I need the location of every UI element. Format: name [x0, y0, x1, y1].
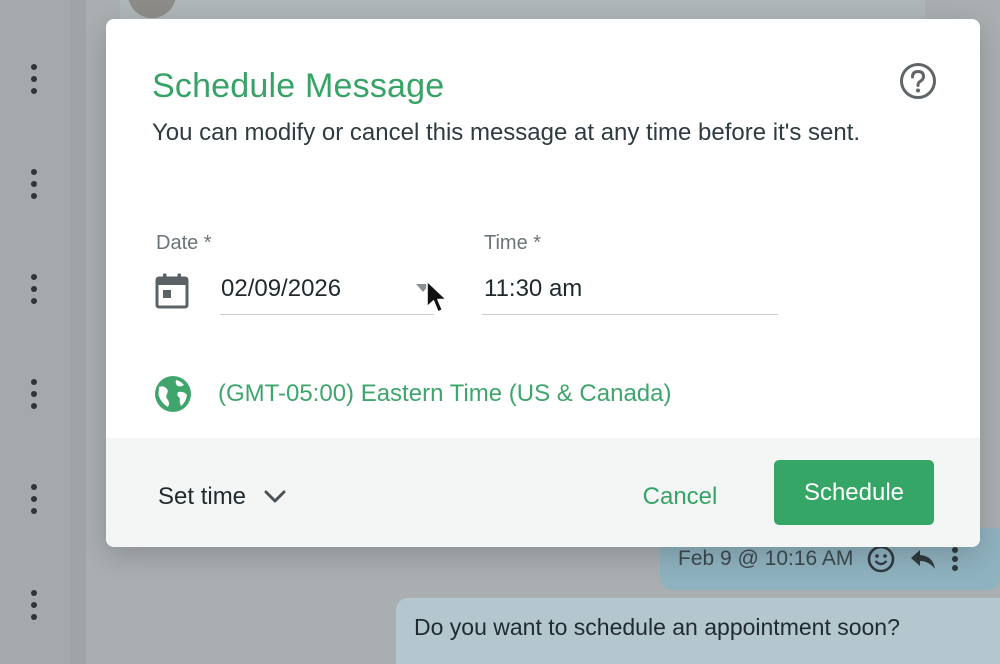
time-field[interactable]: 11:30 am: [482, 269, 778, 315]
more-options-icon[interactable]: [951, 546, 959, 572]
schedule-message-dialog: Schedule Message You can modify or cance…: [106, 19, 980, 547]
set-time-dropdown[interactable]: Set time: [158, 481, 286, 513]
globe-icon: [155, 376, 191, 412]
date-field[interactable]: 02/09/2026: [220, 269, 434, 315]
time-value: 11:30 am: [484, 275, 583, 302]
more-options-icon[interactable]: [29, 590, 39, 620]
timezone-label: (GMT-05:00) Eastern Time (US & Canada): [218, 380, 672, 407]
emoji-reaction-icon[interactable]: [867, 545, 895, 573]
reply-icon[interactable]: [909, 547, 937, 571]
chevron-down-icon: [264, 490, 286, 503]
date-value: 02/09/2026: [221, 275, 342, 302]
schedule-button[interactable]: Schedule: [774, 460, 934, 525]
more-options-icon[interactable]: [29, 169, 39, 199]
timezone-selector[interactable]: (GMT-05:00) Eastern Time (US & Canada): [154, 375, 672, 413]
cancel-button[interactable]: Cancel: [622, 477, 738, 517]
more-options-icon[interactable]: [29, 64, 39, 94]
message-text: Do you want to schedule an appointment s…: [414, 614, 900, 640]
date-label: Date *: [156, 232, 212, 254]
time-label: Time *: [484, 232, 542, 254]
help-circle-icon[interactable]: [899, 62, 937, 100]
more-options-icon[interactable]: [29, 484, 39, 514]
dialog-description: You can modify or cancel this message at…: [152, 119, 861, 146]
mouse-pointer-icon: [424, 279, 450, 315]
more-options-icon[interactable]: [29, 379, 39, 409]
calendar-icon[interactable]: [154, 272, 190, 310]
conversation-list-rail: [0, 0, 70, 664]
set-time-label: Set time: [158, 483, 247, 510]
dialog-title: Schedule Message: [152, 67, 445, 105]
more-options-icon[interactable]: [29, 274, 39, 304]
message-meta: Feb 9 @ 10:16 AM: [678, 545, 959, 573]
message-timestamp: Feb 9 @ 10:16 AM: [678, 547, 854, 570]
